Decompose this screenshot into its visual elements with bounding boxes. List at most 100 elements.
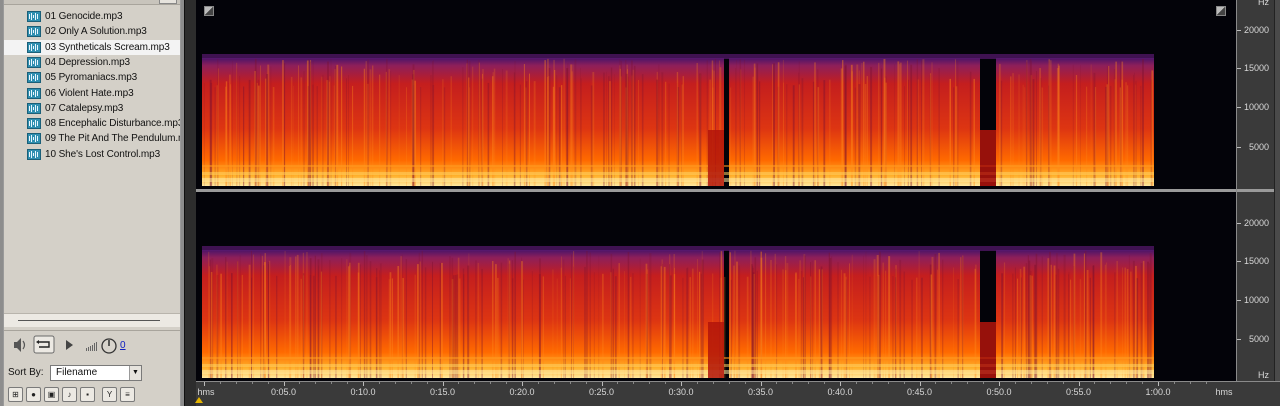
spectral-streak — [441, 262, 443, 378]
file-name: 09 The Pit And The Pendulum.mp3 — [45, 133, 180, 145]
spectral-streak — [346, 78, 347, 186]
file-list-item[interactable]: 03 Syntheticals Scream.mp3 — [4, 39, 180, 55]
spectral-streak — [603, 72, 605, 186]
time-tick — [1142, 382, 1144, 384]
spectral-streak — [539, 258, 541, 378]
playhead-marker[interactable] — [195, 397, 203, 403]
film-icon[interactable]: ▣ — [44, 387, 59, 402]
time-tick — [728, 382, 730, 384]
spectral-streak — [480, 78, 483, 186]
volume-knob[interactable] — [101, 338, 117, 354]
spectral-streak — [681, 84, 683, 186]
spectral-streak — [492, 72, 494, 186]
speaker-icon[interactable] — [14, 338, 26, 352]
time-label: 0:35.0 — [747, 387, 774, 397]
audio-file-icon — [27, 26, 41, 38]
freq-label-5000-top: 5000 — [1248, 142, 1269, 152]
file-list-item[interactable]: 06 Violent Hate.mp3 — [4, 86, 180, 101]
audio-file-icon — [27, 72, 41, 84]
volume-value[interactable]: 0 — [120, 340, 126, 351]
bass-band — [202, 364, 1154, 367]
spectral-streak — [735, 68, 736, 186]
spectral-streak — [253, 254, 255, 378]
options-icon[interactable]: ≡ — [120, 387, 135, 402]
spectral-streak — [208, 251, 210, 378]
spectral-streak — [663, 266, 666, 378]
filter-icon[interactable]: Y — [102, 387, 117, 402]
sort-select[interactable]: Filename ▼ — [50, 365, 142, 381]
spectral-streak — [321, 76, 323, 186]
file-list-item[interactable]: 05 Pyromaniacs.mp3 — [4, 70, 180, 85]
time-tick — [569, 382, 571, 384]
spectral-streak — [1003, 262, 1006, 378]
spectral-view[interactable] — [196, 0, 1236, 381]
hz-unit-bottom: Hz — [1258, 370, 1269, 380]
spectral-streak — [1105, 262, 1107, 378]
audio-file-icon — [27, 133, 41, 145]
spectral-streak — [406, 87, 407, 186]
record-icon[interactable]: ● — [26, 387, 41, 402]
spectral-streak — [630, 276, 632, 378]
channel-right[interactable] — [196, 192, 1236, 381]
spectral-streak — [290, 76, 293, 186]
spectral-streak — [738, 265, 741, 378]
spectral-streak — [209, 259, 211, 378]
spectral-streak — [930, 73, 932, 186]
file-list-item[interactable]: 02 Only A Solution.mp3 — [4, 24, 180, 39]
spectral-streak — [776, 264, 778, 378]
audio-file-icon — [27, 11, 41, 22]
freq-tick — [1237, 68, 1241, 69]
spectral-streak — [570, 64, 573, 186]
panel-divider[interactable] — [184, 0, 196, 406]
time-label: 1:00.0 — [1145, 387, 1171, 397]
spectral-streak — [661, 72, 664, 186]
spectral-streak — [770, 260, 772, 378]
time-tick — [1062, 382, 1064, 384]
insert-icon[interactable]: ⊞ — [8, 387, 23, 402]
file-list-item[interactable]: 09 The Pit And The Pendulum.mp3 — [4, 131, 180, 146]
spectral-streak — [379, 74, 381, 186]
spectral-streak — [624, 271, 625, 378]
file-list-item[interactable]: 01 Genocide.mp3 — [4, 9, 180, 24]
spectral-streak — [556, 75, 558, 186]
time-tick — [442, 382, 444, 386]
chevron-down-icon[interactable]: ▼ — [129, 366, 141, 380]
time-tick — [665, 382, 667, 384]
spectral-streak — [820, 266, 823, 378]
transition-gap — [708, 130, 724, 186]
spectral-streak — [689, 277, 691, 378]
spectral-streak — [870, 66, 873, 186]
spectral-streak — [792, 85, 795, 186]
file-list-item[interactable]: 07 Catalepsy.mp3 — [4, 101, 180, 116]
time-ruler[interactable]: hms hms 0:05.0 0:10.0 0:15.0 0:20.0 0:25.0 0:… — [196, 381, 1280, 406]
close-file-icon[interactable]: ▪ — [80, 387, 95, 402]
spectral-streak — [1128, 255, 1130, 378]
time-label: 0:05.0 — [270, 387, 297, 397]
time-label: 0:15.0 — [429, 387, 456, 397]
spectral-streak — [699, 271, 701, 378]
fade-in-handle[interactable] — [204, 6, 214, 16]
spectral-streak — [300, 77, 303, 186]
spectral-streak — [231, 273, 233, 378]
time-tick — [1189, 382, 1191, 384]
vertical-scrollbar[interactable] — [1274, 0, 1280, 381]
audio-file-icon — [27, 87, 41, 99]
spectral-streak — [418, 252, 420, 378]
fade-out-handle[interactable] — [1216, 6, 1226, 16]
file-list-scrollbar[interactable] — [4, 313, 180, 327]
spectral-streak — [226, 261, 228, 378]
time-tick — [251, 382, 253, 384]
panel-menu-button[interactable] — [159, 0, 177, 4]
time-tick — [967, 382, 969, 384]
spectral-streak — [546, 63, 548, 186]
play-icon[interactable] — [66, 340, 73, 350]
file-list-item[interactable]: 10 She's Lost Control.mp3 — [4, 147, 180, 162]
loop-button[interactable] — [33, 335, 55, 354]
file-list-item[interactable]: 08 Encephalic Disturbance.mp3 — [4, 116, 180, 131]
spectral-streak — [580, 78, 582, 186]
spectral-streak — [487, 82, 490, 186]
note-icon[interactable]: ♪ — [62, 387, 77, 402]
spectral-streak — [398, 75, 400, 186]
file-list-item[interactable]: 04 Depression.mp3 — [4, 55, 180, 70]
channel-left[interactable] — [196, 0, 1236, 189]
